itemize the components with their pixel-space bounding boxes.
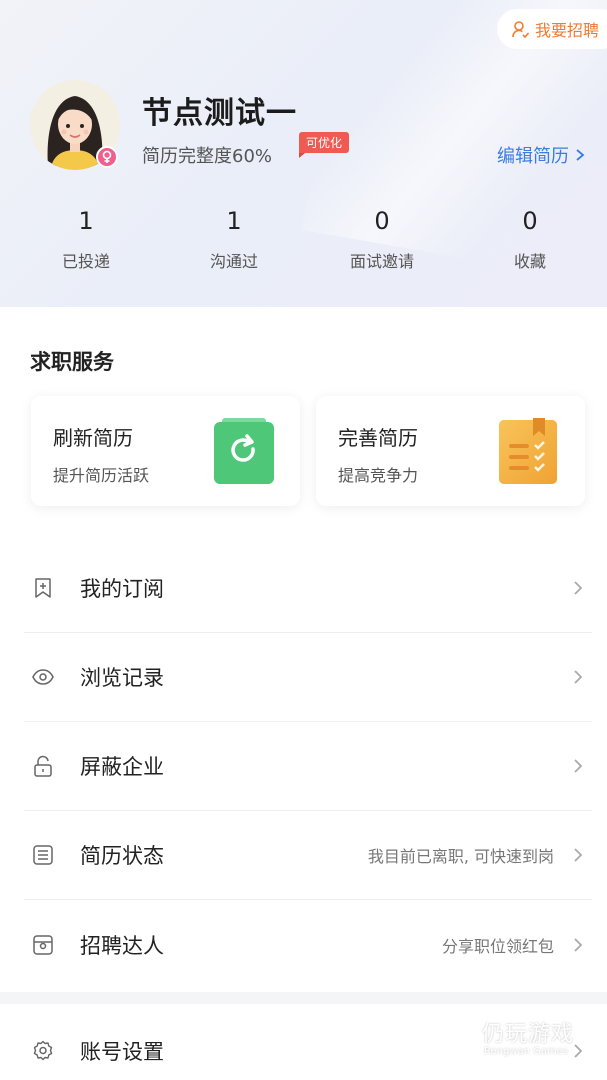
menu-item-resume-status[interactable]: 简历状态 我目前已离职, 可快速到岗 xyxy=(24,811,592,900)
chevron-right-icon xyxy=(576,149,585,161)
section-divider xyxy=(0,992,607,1004)
list-icon xyxy=(33,845,53,865)
username: 节点测试一 xyxy=(142,96,297,131)
stat-value: 0 xyxy=(374,207,390,235)
menu-label: 我的订阅 xyxy=(80,577,164,601)
watermark-subtitle: Rengwan Games xyxy=(484,1046,569,1057)
stat-value: 0 xyxy=(522,207,538,235)
stats-row: 1 已投递 1 沟通过 0 面试邀请 0 收藏 xyxy=(0,205,607,272)
person-icon xyxy=(512,21,529,38)
watermark-title: 仍玩游戏 xyxy=(482,1022,575,1047)
document-check-icon xyxy=(499,418,557,484)
wallet-icon xyxy=(33,934,53,955)
menu-item-subscriptions[interactable]: 我的订阅 xyxy=(24,544,592,633)
card-subtitle: 提高竞争力 xyxy=(338,466,419,485)
menu-label: 屏蔽企业 xyxy=(80,755,164,779)
stat-communicated[interactable]: 1 沟通过 xyxy=(160,205,308,272)
stat-label: 已投递 xyxy=(61,252,110,271)
stat-favorites[interactable]: 0 收藏 xyxy=(456,205,604,272)
menu-value: 分享职位领红包 xyxy=(441,936,554,956)
edit-resume-label: 编辑简历 xyxy=(497,146,569,167)
stat-value: 1 xyxy=(226,207,242,235)
eye-icon xyxy=(32,669,54,685)
chevron-right-icon xyxy=(574,759,583,773)
edit-resume-link[interactable]: 编辑简历 xyxy=(497,142,585,168)
stat-label: 面试邀请 xyxy=(349,252,414,271)
card-title: 刷新简历 xyxy=(53,426,133,450)
recruit-button-label: 我要招聘 xyxy=(535,21,600,40)
refresh-icon xyxy=(214,418,274,484)
stat-interview-invites[interactable]: 0 面试邀请 xyxy=(308,205,456,272)
optimize-tag[interactable]: 可优化 xyxy=(299,132,350,158)
chevron-right-icon xyxy=(574,937,583,952)
chevron-right-icon xyxy=(574,848,583,862)
stat-label: 收藏 xyxy=(513,252,546,271)
menu-value: 我目前已离职, 可快速到岗 xyxy=(367,847,554,866)
menu-label: 招聘达人 xyxy=(80,933,164,958)
menu-label: 账号设置 xyxy=(80,1039,164,1064)
lock-icon xyxy=(34,755,52,777)
card-title: 完善简历 xyxy=(338,426,418,450)
stat-label: 沟通过 xyxy=(209,252,258,271)
complete-resume-card[interactable]: 完善简历 提高竞争力 xyxy=(316,396,585,506)
card-subtitle: 提升简历活跃 xyxy=(53,466,150,485)
menu-label: 浏览记录 xyxy=(80,666,164,690)
chevron-right-icon xyxy=(574,581,583,595)
resume-completeness: 简历完整度60% xyxy=(142,146,273,167)
menu-label: 简历状态 xyxy=(80,844,164,868)
stat-value: 1 xyxy=(78,207,94,235)
stat-delivered[interactable]: 1 已投递 xyxy=(12,205,160,272)
recruit-button[interactable]: 我要招聘 xyxy=(497,9,607,49)
menu-item-browse-history[interactable]: 浏览记录 xyxy=(24,633,592,722)
female-icon xyxy=(96,146,118,168)
menu-item-recruit-expert[interactable]: 招聘达人 分享职位领红包 xyxy=(24,900,592,989)
menu-item-blocked-companies[interactable]: 屏蔽企业 xyxy=(24,722,592,811)
watermark-logo: 仍玩游戏 Rengwan Games xyxy=(430,1010,600,1070)
chevron-right-icon xyxy=(574,670,583,684)
gear-icon xyxy=(33,1040,53,1060)
bookmark-icon xyxy=(35,578,51,598)
profile-header: 我要招聘 节点测试一 简历完整度60% 可优化 编辑简历 1 已投递 1 沟通过… xyxy=(0,0,607,307)
watermark-icon xyxy=(432,1014,471,1058)
refresh-resume-card[interactable]: 刷新简历 提升简历活跃 xyxy=(31,396,300,506)
job-services-title: 求职服务 xyxy=(30,350,114,374)
